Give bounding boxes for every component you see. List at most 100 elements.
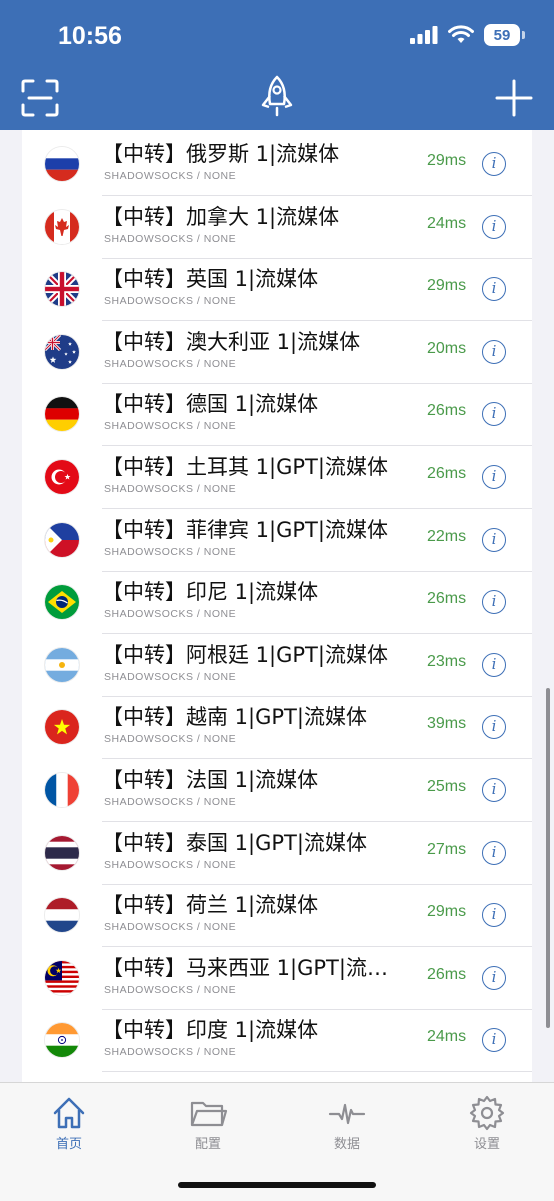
tab-label: 设置 <box>473 1137 500 1152</box>
info-icon[interactable]: i <box>482 152 506 176</box>
server-name: 【中转】土耳其 1|GPT|流媒体 <box>102 455 388 479</box>
server-name: 【中转】泰国 1|GPT|流媒体 <box>102 830 367 855</box>
russia-flag <box>45 147 79 181</box>
server-row[interactable]: 【中转】泰国 1|GPT|流媒体 SHADOWSOCKS / NONE 27ms i <box>22 823 532 885</box>
server-protocol: SHADOWSOCKS / NONE <box>104 232 237 245</box>
server-name: 【中转】越南 1|GPT|流媒体 <box>102 705 367 730</box>
australia-flag <box>45 334 79 369</box>
info-icon[interactable]: i <box>482 339 506 364</box>
scan-button[interactable] <box>20 78 60 118</box>
server-protocol: SHADOWSOCKS / NONE <box>104 733 237 746</box>
scan-icon <box>21 79 59 117</box>
server-row[interactable]: 【中转】印度 1|流媒体 SHADOWSOCKS / NONE 24ms i <box>22 1010 532 1073</box>
server-row[interactable]: 【中转】德国 1|流媒体 SHADOWSOCKS / NONE 26ms i <box>22 384 532 447</box>
info-icon[interactable]: i <box>482 1028 506 1053</box>
germany-flag <box>45 397 79 432</box>
server-latency: 39ms <box>427 715 467 733</box>
info-icon[interactable]: i <box>482 840 506 865</box>
server-row[interactable]: 【中转】英国 1|流媒体 SHADOWSOCKS / NONE 29ms i <box>22 259 532 322</box>
server-protocol: SHADOWSOCKS / NONE <box>104 608 237 621</box>
brazil-flag <box>45 585 79 620</box>
server-latency: 22ms <box>427 527 467 545</box>
netherlands-flag <box>45 898 79 933</box>
info-icon[interactable]: i <box>482 778 506 802</box>
tab-label: 配置 <box>194 1137 221 1152</box>
server-name: 【中转】英国 1|流媒体 <box>102 267 319 292</box>
server-row[interactable]: 【中转】菲律宾 1|GPT|流媒体 SHADOWSOCKS / NONE 22ms i <box>22 510 532 572</box>
add-button[interactable] <box>494 78 534 118</box>
server-row[interactable]: 【中转】印尼 1|流媒体 SHADOWSOCKS / NONE 26ms i <box>22 572 532 635</box>
server-protocol: SHADOWSOCKS / NONE <box>104 357 237 370</box>
info-icon[interactable]: i <box>482 465 506 489</box>
server-latency: 26ms <box>427 590 467 608</box>
server-row[interactable]: 【中转】马来西亚 1|GPT|流… SHADOWSOCKS / NONE 26ms i <box>22 948 532 1010</box>
info-icon[interactable]: i <box>482 715 506 740</box>
server-protocol: SHADOWSOCKS / NONE <box>104 983 237 996</box>
server-row[interactable]: 【中转】阿根廷 1|GPT|流媒体 SHADOWSOCKS / NONE 23ms i <box>22 635 532 697</box>
server-name: 【中转】澳大利亚 1|流媒体 <box>102 329 361 354</box>
server-row[interactable]: 【中转】俄罗斯 1|流媒体 SHADOWSOCKS / NONE 29ms i <box>22 134 532 196</box>
tab-activity[interactable]: 数据 <box>307 1093 387 1152</box>
server-row[interactable]: 【中转】加拿大 1|流媒体 SHADOWSOCKS / NONE 24ms i <box>22 197 532 259</box>
home-indicator <box>178 1182 376 1188</box>
server-name: 【中转】阿根廷 1|GPT|流媒体 <box>102 642 388 667</box>
server-latency: 20ms <box>427 339 467 357</box>
server-name: 【中转】德国 1|流媒体 <box>102 392 319 417</box>
plus-icon <box>495 79 533 117</box>
server-name: 【中转】马来西亚 1|GPT|流… <box>102 955 388 980</box>
top-header: 10:56 59 <box>0 0 554 130</box>
server-protocol: SHADOWSOCKS / NONE <box>104 1046 237 1059</box>
signal-icon <box>410 26 438 44</box>
server-latency: 29ms <box>427 277 467 295</box>
battery-icon: 59 <box>484 24 525 46</box>
info-icon[interactable]: i <box>482 590 506 615</box>
turkey-flag <box>45 460 79 494</box>
server-name: 【中转】俄罗斯 1|流媒体 <box>102 142 340 166</box>
server-protocol: SHADOWSOCKS / NONE <box>104 921 237 934</box>
server-row[interactable]: 【中转】越南 1|GPT|流媒体 SHADOWSOCKS / NONE 39ms i <box>22 697 532 760</box>
wifi-icon <box>448 25 474 43</box>
gear-icon <box>469 1095 505 1131</box>
server-row[interactable]: 【中转】法国 1|流媒体 SHADOWSOCKS / NONE 25ms i <box>22 760 532 822</box>
canada-flag <box>45 209 79 244</box>
server-latency: 29ms <box>427 903 467 921</box>
info-icon[interactable]: i <box>482 214 506 239</box>
server-name: 【中转】印尼 1|流媒体 <box>102 580 319 605</box>
server-latency: 24ms <box>427 214 467 232</box>
tab-gear[interactable]: 设置 <box>447 1093 527 1152</box>
info-icon[interactable]: i <box>482 965 506 990</box>
server-protocol: SHADOWSOCKS / NONE <box>104 858 237 871</box>
info-icon[interactable]: i <box>482 527 506 552</box>
server-row[interactable]: 【中转】澳大利亚 1|流媒体 SHADOWSOCKS / NONE 20ms i <box>22 322 532 384</box>
server-row[interactable]: 【中转】土耳其 1|GPT|流媒体 SHADOWSOCKS / NONE 26ms i <box>22 447 532 509</box>
server-latency: 26ms <box>427 402 467 420</box>
server-latency: 25ms <box>427 778 467 795</box>
server-latency: 26ms <box>427 965 467 983</box>
server-name: 【中转】菲律宾 1|GPT|流媒体 <box>102 517 388 542</box>
tab-folder[interactable]: 配置 <box>168 1093 248 1152</box>
server-protocol: SHADOWSOCKS / NONE <box>104 295 237 308</box>
uk-flag <box>45 272 79 307</box>
server-latency: 29ms <box>427 152 467 169</box>
info-icon[interactable]: i <box>482 903 506 928</box>
tab-label: 首页 <box>55 1137 82 1152</box>
info-icon[interactable]: i <box>482 652 506 677</box>
server-row[interactable]: 【中转】荷兰 1|流媒体 SHADOWSOCKS / NONE 29ms i <box>22 885 532 948</box>
info-icon[interactable]: i <box>482 277 506 302</box>
server-protocol: SHADOWSOCKS / NONE <box>104 420 237 433</box>
tab-home[interactable]: 首页 <box>29 1093 109 1152</box>
vietnam-flag <box>45 710 79 745</box>
status-icons: 59 <box>410 24 525 46</box>
server-list: 【中转】俄罗斯 1|流媒体 SHADOWSOCKS / NONE 29ms i 【中转】… <box>22 130 532 1082</box>
server-protocol: SHADOWSOCKS / NONE <box>104 170 237 182</box>
info-icon[interactable]: i <box>482 402 506 427</box>
server-latency: 26ms <box>427 465 467 482</box>
france-flag <box>45 773 79 807</box>
server-name: 【中转】荷兰 1|流媒体 <box>102 893 319 918</box>
scrollbar[interactable] <box>546 688 550 1028</box>
server-name: 【中转】印度 1|流媒体 <box>102 1018 319 1043</box>
connect-button[interactable] <box>257 74 297 117</box>
rocket-icon <box>261 75 293 117</box>
malaysia-flag <box>45 960 79 995</box>
server-latency: 24ms <box>427 1028 467 1046</box>
